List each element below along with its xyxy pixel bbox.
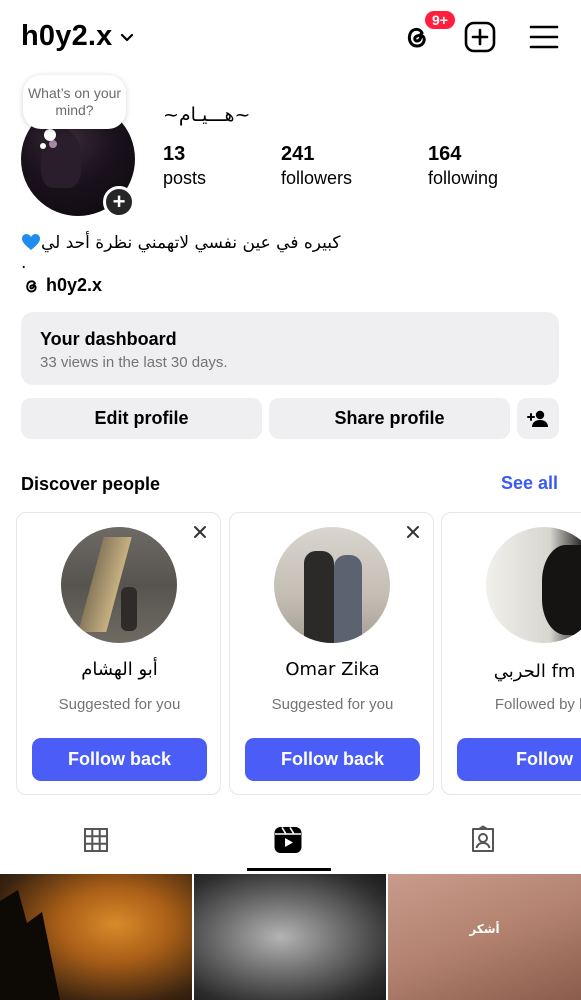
display-name: ~هـــيـام~ [163,104,251,126]
followers-label: followers [281,168,353,188]
blue-heart-icon [22,234,40,250]
follow-button[interactable]: Follow [457,738,581,781]
suggestion-name[interactable]: الحربي fm ꒱ [442,659,581,682]
suggestion-reason: Followed by ll2 [494,696,581,713]
add-story-icon[interactable]: + [103,186,135,218]
bio-suffix: . [21,253,27,273]
grid-thumbnail[interactable] [194,874,386,1000]
threads-profile-link[interactable]: h0y2.x [21,275,102,296]
professional-dashboard[interactable]: Your dashboard 33 views in the last 30 d… [21,312,559,385]
follow-back-button[interactable]: Follow back [32,738,207,781]
username-label: h0y2.x [21,20,113,52]
suggestion-name[interactable]: Omar Zika [230,659,435,680]
suggestion-reason: Suggested for you [271,696,394,713]
dashboard-subtitle: 33 views in the last 30 days. [40,354,228,371]
close-icon[interactable] [405,524,421,540]
avatar[interactable] [486,527,581,643]
active-tab-indicator [247,868,331,871]
reels-icon [274,827,302,853]
discover-people-button[interactable] [517,398,559,439]
grid-icon [84,828,108,852]
threads-icon [26,279,37,292]
add-user-icon [527,410,548,427]
dashboard-title: Your dashboard [40,329,177,349]
suggestion-carousel[interactable]: أبو الهشام Suggested for you Follow back… [16,512,581,796]
see-all-link[interactable]: See all [501,473,558,494]
close-icon[interactable] [192,524,208,540]
follow-back-button[interactable]: Follow back [245,738,420,781]
chevron-down-icon [120,33,133,41]
suggestion-name[interactable]: أبو الهشام [17,659,222,680]
suggestion-card[interactable]: أبو الهشام Suggested for you Follow back [16,512,221,795]
notification-badge: 9+ [423,9,457,31]
profile-tabs [0,825,581,873]
posts-label: posts [163,168,207,188]
note-bubble[interactable]: What’s on your mind? [23,75,126,129]
following-label: following [428,168,499,188]
avatar[interactable] [61,527,177,643]
discover-people-title: Discover people [21,474,161,494]
tagged-icon [472,825,494,852]
suggestion-card[interactable]: Omar Zika Suggested for you Follow back [229,512,434,795]
tab-tagged[interactable] [468,825,498,873]
profile-header: h0y2.x 9+ [0,0,581,72]
account-switcher[interactable]: h0y2.x [21,20,135,53]
threads-handle: h0y2.x [46,275,103,295]
bio: كبيره في عين نفسي لاتهمني نظرة أحد لي. [21,233,341,273]
followers-count: 241 [281,143,315,165]
suggestion-reason: Suggested for you [58,696,181,713]
following-count: 164 [428,143,462,165]
edit-profile-button[interactable]: Edit profile [21,398,262,439]
thumbnail-caption: أشكر [469,922,500,936]
posts-count: 13 [163,143,186,165]
share-profile-button[interactable]: Share profile [269,398,510,439]
create-post-icon[interactable] [463,20,497,54]
tab-reels[interactable] [273,825,303,873]
tab-posts[interactable] [81,825,111,873]
avatar[interactable] [274,527,390,643]
suggestion-card[interactable]: الحربي fm ꒱ Followed by ll2 Follow [441,512,581,795]
menu-icon[interactable] [527,20,561,54]
grid-thumbnail[interactable] [0,874,192,1000]
stat-following[interactable]: 164 following [428,143,498,189]
bio-text: كبيره في عين نفسي لاتهمني نظرة أحد لي [41,233,341,253]
stat-posts[interactable]: 13 posts [163,143,206,189]
grid-thumbnail[interactable]: أشكر [388,874,581,1000]
stat-followers[interactable]: 241 followers [281,143,352,189]
